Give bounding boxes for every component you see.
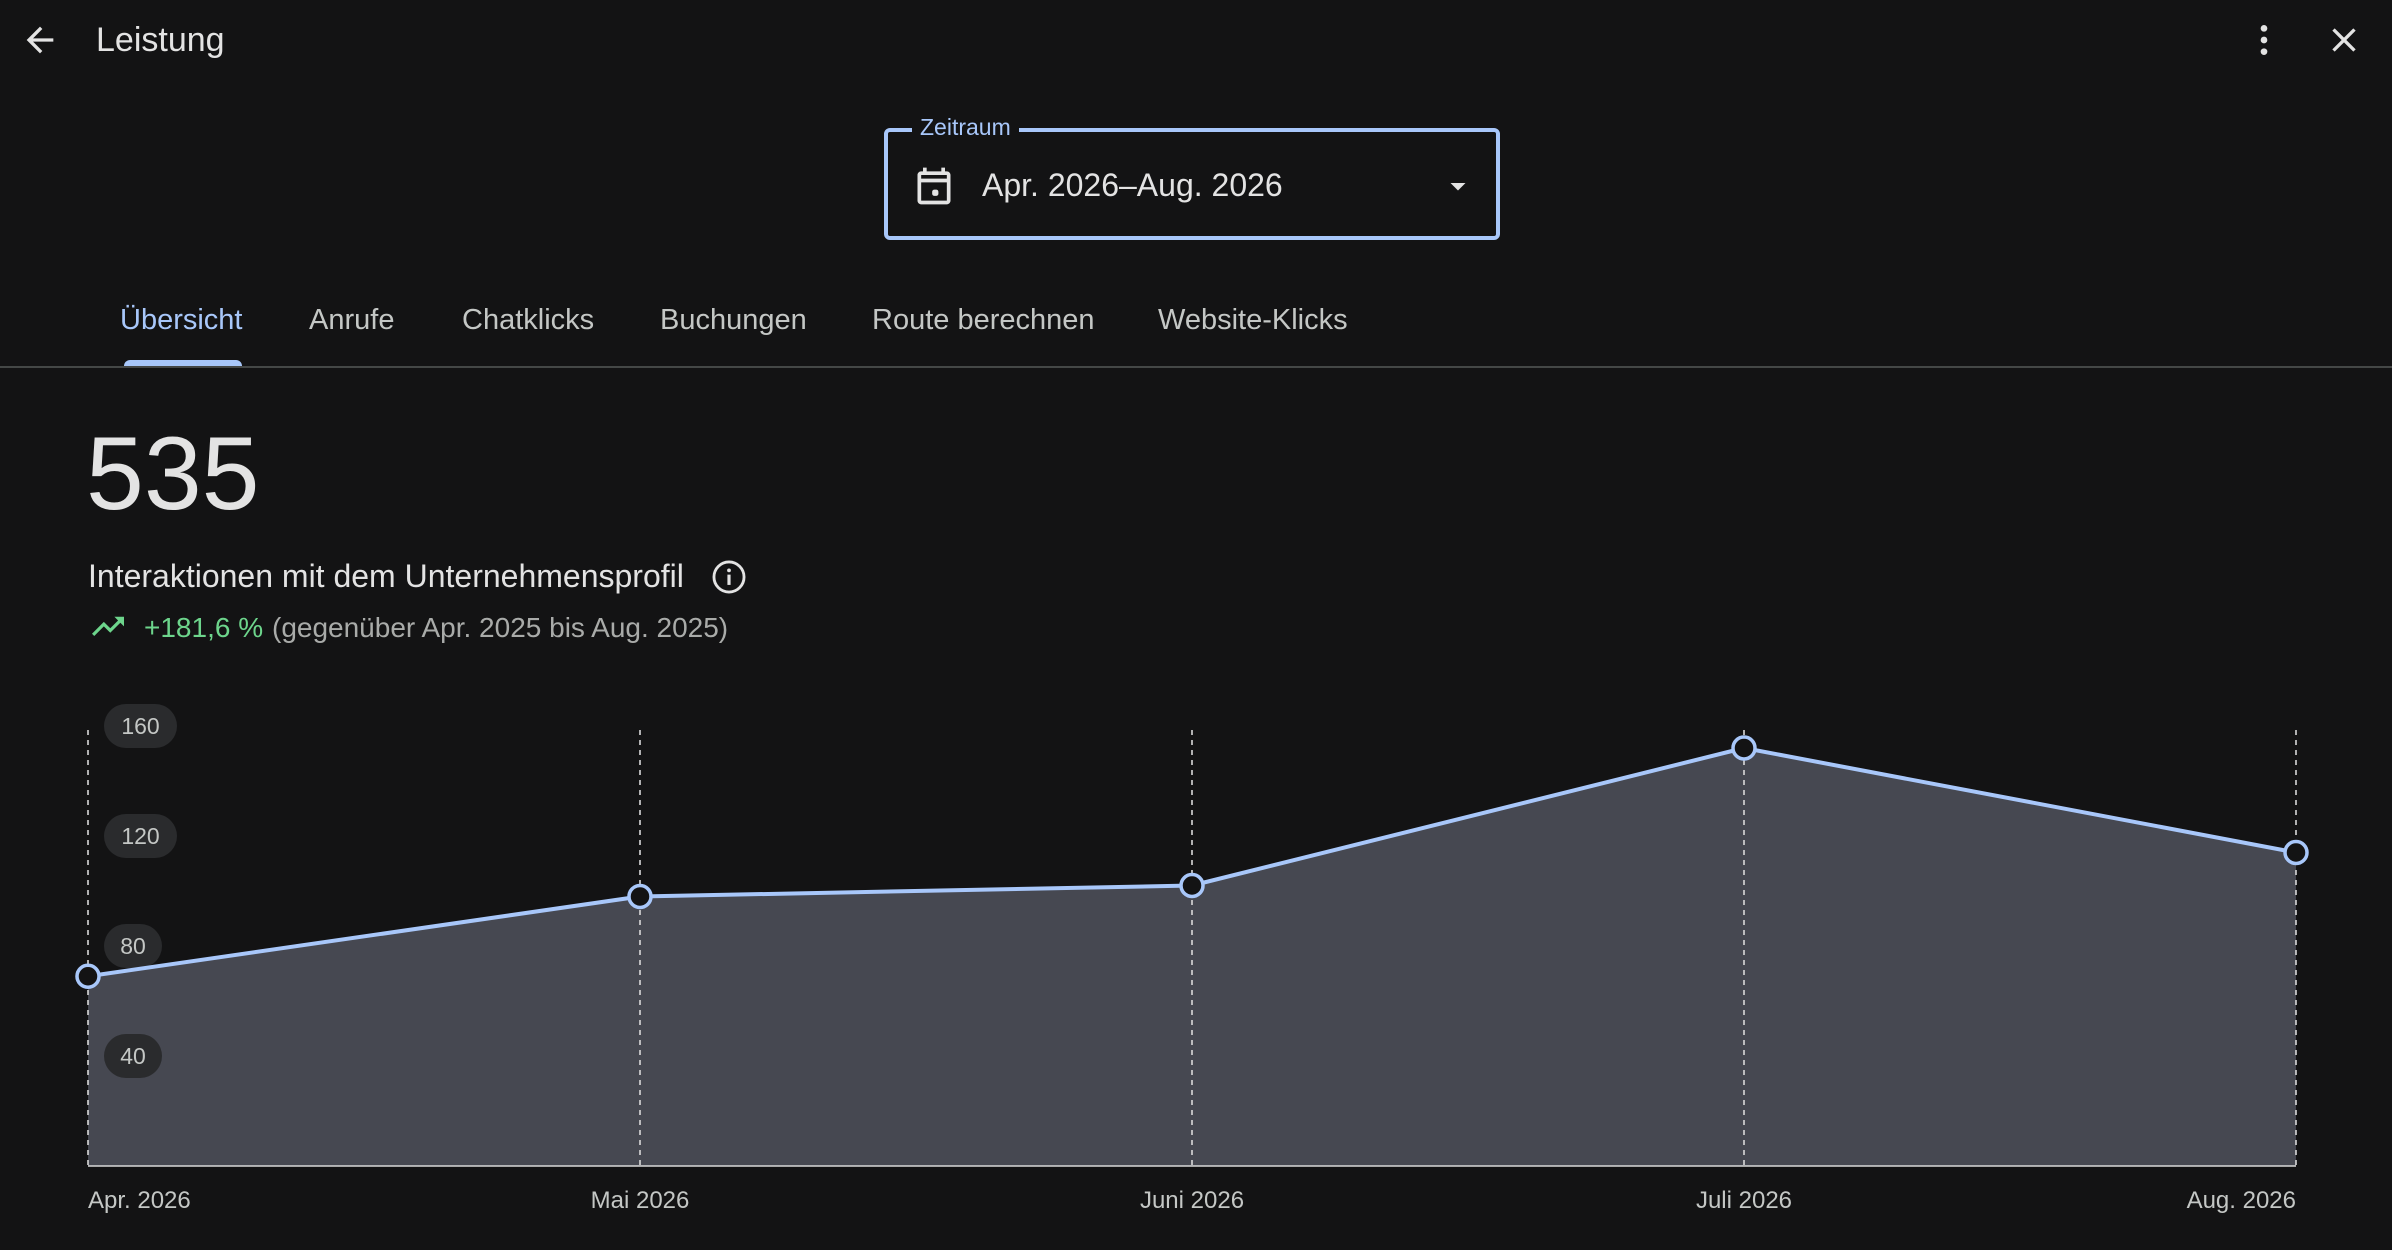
trending-up-icon: [92, 616, 124, 636]
data-point: [1179, 872, 1205, 899]
x-tick-label: Juni 2026: [1140, 1187, 1244, 1214]
tab-bar: Übersicht Anrufe Chatklicks Buchungen Ro…: [0, 284, 2392, 368]
data-point: [627, 883, 653, 910]
y-tick-label: 80: [120, 933, 146, 959]
back-button[interactable]: [14, 14, 66, 66]
tab-buchungen[interactable]: Buchungen: [648, 284, 819, 366]
close-button[interactable]: [2318, 14, 2370, 66]
more-options-button[interactable]: [2238, 14, 2290, 66]
interactions-chart: 40 80 120 160 Apr. 2026 Mai 2026 Juni 2026 Juli…: [75, 704, 2309, 1214]
x-tick-label: Mai 2026: [591, 1187, 690, 1214]
date-range-label: Zeitraum: [912, 112, 1019, 142]
date-range-select[interactable]: Zeitraum Apr. 2026–Aug. 2026: [884, 112, 1500, 240]
caret-down-icon: [1440, 168, 1476, 204]
tab-chatklicks[interactable]: Chatklicks: [450, 284, 606, 366]
metric-value: 535: [86, 416, 260, 532]
date-range-value: Apr. 2026–Aug. 2026: [982, 167, 1283, 203]
active-tab-indicator: [124, 360, 242, 366]
tab-route-berechnen[interactable]: Route berechnen: [860, 284, 1107, 366]
metric-label: Interaktionen mit dem Unternehmensprofil: [88, 558, 684, 594]
y-tick-label: 160: [121, 713, 159, 739]
data-point: [1731, 735, 1757, 761]
more-vert-icon: [2260, 25, 2268, 55]
arrow-back-icon: [26, 26, 54, 54]
info-icon[interactable]: [710, 558, 748, 596]
y-tick-label: 40: [120, 1043, 146, 1069]
app-header: Leistung: [0, 0, 2392, 80]
page-title: Leistung: [96, 21, 225, 59]
calendar-icon: [912, 164, 956, 208]
data-point: [2283, 839, 2309, 866]
tab-uebersicht[interactable]: Übersicht: [108, 284, 255, 366]
tab-website-klicks[interactable]: Website-Klicks: [1146, 284, 1360, 366]
x-tick-label: Aug. 2026: [2187, 1187, 2296, 1214]
trend-comparison: (gegenüber Apr. 2025 bis Aug. 2025): [272, 612, 729, 643]
tab-anrufe[interactable]: Anrufe: [297, 284, 406, 366]
trend-change: +181,6 %: [144, 612, 264, 643]
y-tick-label: 120: [121, 823, 159, 849]
close-icon: [2332, 28, 2356, 52]
data-point: [75, 963, 101, 989]
x-tick-label: Juli 2026: [1696, 1187, 1792, 1214]
x-tick-label: Apr. 2026: [88, 1187, 191, 1214]
